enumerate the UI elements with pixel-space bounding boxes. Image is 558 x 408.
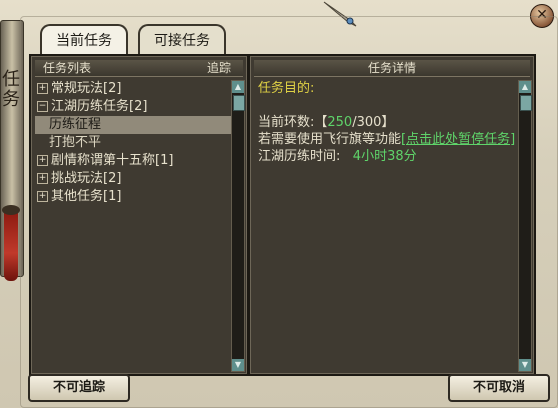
ring-count: 当前环数:【250/300】 [258, 115, 395, 130]
arrow-up-icon[interactable]: ▲ [232, 81, 244, 93]
task-category-other[interactable]: + 其他任务[1] [35, 188, 231, 206]
task-category-challenge[interactable]: + 挑战玩法[2] [35, 170, 231, 188]
tab-current-tasks[interactable]: 当前任务 [40, 24, 128, 59]
task-goal-label: 任务目的: [258, 81, 315, 96]
task-window: 任务 ✕ 可接任务 当前任务 任务列表 追踪 + 常规玩法[2] − 江湖历练任务[… [0, 0, 558, 408]
arrow-down-icon[interactable]: ▼ [519, 359, 531, 371]
jianghu-time-value: 4小时38分 [352, 149, 417, 164]
task-list-panel: 任务列表 追踪 + 常规玩法[2] − 江湖历练任务[2] 历练征程 打抱不平 + 剧… [29, 54, 249, 376]
task-details-scrollbar[interactable]: ▲ ▼ [518, 80, 532, 372]
plus-icon[interactable]: + [37, 83, 48, 94]
untrack-button[interactable]: 不可追踪 [28, 374, 130, 402]
jianghu-time: 江湖历练时间: 4小时38分 [258, 149, 417, 164]
scrollbar-thumb[interactable] [233, 95, 245, 111]
task-details-title: 任务详情 [367, 61, 416, 75]
task-category-label: 挑战玩法[2] [51, 171, 122, 186]
side-scroll-title: 任务 [0, 69, 20, 109]
scrollbar-thumb[interactable] [520, 95, 532, 111]
tassel-ornament [2, 205, 20, 281]
task-tree: + 常规玩法[2] − 江湖历练任务[2] 历练征程 打抱不平 + 剧情称谓第十五称[… [35, 80, 231, 206]
track-column-label: 追踪 [206, 61, 231, 75]
side-scroll-ornament: 任务 [0, 20, 24, 281]
task-item-label: 历练征程 [49, 117, 102, 132]
plus-icon[interactable]: + [37, 191, 48, 202]
task-category-label: 其他任务[1] [51, 189, 122, 204]
task-details-header: 任务详情 [254, 60, 530, 77]
cancel-task-button[interactable]: 不可取消 [448, 374, 550, 402]
task-category-label: 江湖历练任务[2] [51, 99, 148, 114]
task-category-jianghu[interactable]: − 江湖历练任务[2] [35, 98, 231, 116]
arrow-up-icon[interactable]: ▲ [519, 81, 531, 93]
task-item-dabao-buping[interactable]: 打抱不平 [35, 134, 231, 152]
task-category-story[interactable]: + 剧情称谓第十五称[1] [35, 152, 231, 170]
plus-icon[interactable]: + [37, 173, 48, 184]
pause-task-link[interactable]: [点击此处暂停任务] [401, 132, 515, 147]
close-button[interactable]: ✕ [530, 4, 554, 28]
task-details-body: 任务目的: 当前环数:【250/300】 若需要使用飞行旗等功能[点击此处暂停任… [258, 80, 516, 165]
task-list-header: 任务列表 追踪 [35, 60, 243, 77]
task-category-regular[interactable]: + 常规玩法[2] [35, 80, 231, 98]
task-list-scrollbar[interactable]: ▲ ▼ [231, 80, 245, 372]
plus-icon[interactable]: + [37, 155, 48, 166]
close-icon: ✕ [536, 7, 548, 23]
task-category-label: 常规玩法[2] [51, 81, 122, 96]
task-category-label: 剧情称谓第十五称[1] [51, 153, 174, 168]
tab-acceptable-tasks[interactable]: 可接任务 [138, 24, 226, 56]
minus-icon[interactable]: − [37, 101, 48, 112]
ring-current: 250 [327, 115, 353, 130]
dart-ornament [323, 1, 357, 27]
arrow-down-icon[interactable]: ▼ [232, 359, 244, 371]
flag-hint: 若需要使用飞行旗等功能[点击此处暂停任务] [258, 132, 516, 147]
task-item-lilian-zhengcheng[interactable]: 历练征程 [35, 116, 231, 134]
task-list-title: 任务列表 [43, 61, 92, 75]
task-item-label: 打抱不平 [49, 135, 102, 150]
task-details-panel: 任务详情 任务目的: 当前环数:【250/300】 若需要使用飞行旗等功能[点击… [248, 54, 536, 376]
